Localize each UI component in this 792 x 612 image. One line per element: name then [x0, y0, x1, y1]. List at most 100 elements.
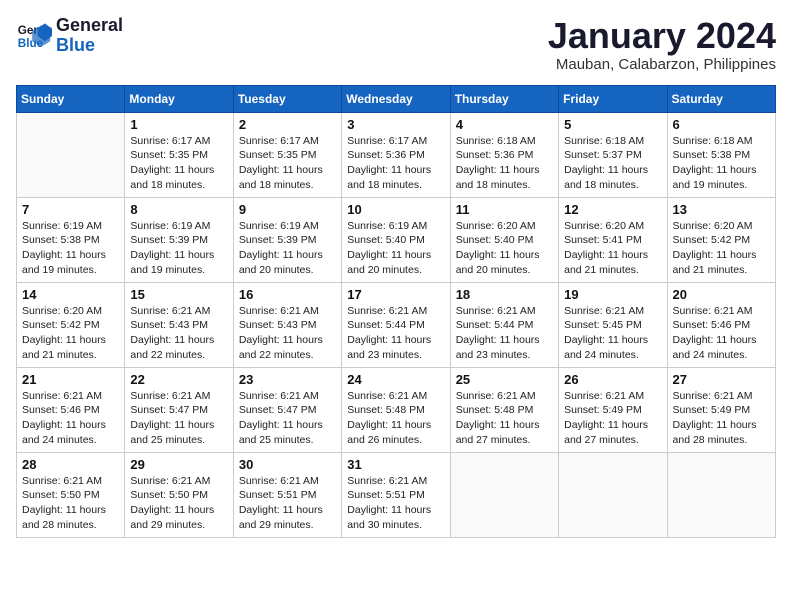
calendar-cell	[17, 112, 125, 197]
day-header-saturday: Saturday	[667, 85, 775, 112]
calendar-cell: 14 Sunrise: 6:20 AMSunset: 5:42 PMDayligh…	[17, 282, 125, 367]
day-header-wednesday: Wednesday	[342, 85, 450, 112]
day-number: 17	[347, 287, 444, 302]
day-info: Sunrise: 6:18 AMSunset: 5:36 PMDaylight:…	[456, 134, 553, 193]
day-number: 11	[456, 202, 553, 217]
day-number: 9	[239, 202, 336, 217]
logo-text-blue: Blue	[56, 36, 123, 56]
day-number: 29	[130, 457, 227, 472]
logo-text-general: General	[56, 16, 123, 36]
day-number: 24	[347, 372, 444, 387]
day-number: 1	[130, 117, 227, 132]
day-number: 28	[22, 457, 119, 472]
day-info: Sunrise: 6:17 AMSunset: 5:35 PMDaylight:…	[239, 134, 336, 193]
week-row-1: 1 Sunrise: 6:17 AMSunset: 5:35 PMDaylight…	[17, 112, 776, 197]
calendar-cell: 2 Sunrise: 6:17 AMSunset: 5:35 PMDaylight…	[233, 112, 341, 197]
day-number: 19	[564, 287, 661, 302]
calendar-cell: 31 Sunrise: 6:21 AMSunset: 5:51 PMDayligh…	[342, 452, 450, 537]
day-info: Sunrise: 6:21 AMSunset: 5:48 PMDaylight:…	[456, 389, 553, 448]
day-number: 4	[456, 117, 553, 132]
calendar-cell: 27Sunrise: 6:21 AMSunset: 5:49 PMDayligh…	[667, 367, 775, 452]
week-row-3: 14 Sunrise: 6:20 AMSunset: 5:42 PMDayligh…	[17, 282, 776, 367]
day-info: Sunrise: 6:20 AMSunset: 5:42 PMDaylight:…	[22, 304, 119, 363]
day-info: Sunrise: 6:20 AMSunset: 5:41 PMDaylight:…	[564, 219, 661, 278]
day-info: Sunrise: 6:21 AMSunset: 5:49 PMDaylight:…	[673, 389, 770, 448]
day-info: Sunrise: 6:20 AMSunset: 5:42 PMDaylight:…	[673, 219, 770, 278]
day-info: Sunrise: 6:21 AMSunset: 5:44 PMDaylight:…	[456, 304, 553, 363]
day-info: Sunrise: 6:18 AMSunset: 5:38 PMDaylight:…	[673, 134, 770, 193]
calendar-cell: 17 Sunrise: 6:21 AMSunset: 5:44 PMDayligh…	[342, 282, 450, 367]
main-title: January 2024	[548, 16, 776, 56]
calendar-cell: 11 Sunrise: 6:20 AMSunset: 5:40 PMDayligh…	[450, 197, 558, 282]
day-number: 31	[347, 457, 444, 472]
day-number: 8	[130, 202, 227, 217]
calendar-cell: 7Sunrise: 6:19 AMSunset: 5:38 PMDaylight…	[17, 197, 125, 282]
day-header-friday: Friday	[559, 85, 667, 112]
day-number: 3	[347, 117, 444, 132]
week-row-4: 21 Sunrise: 6:21 AMSunset: 5:46 PMDayligh…	[17, 367, 776, 452]
day-info: Sunrise: 6:21 AMSunset: 5:45 PMDaylight:…	[564, 304, 661, 363]
day-info: Sunrise: 6:21 AMSunset: 5:46 PMDaylight:…	[673, 304, 770, 363]
day-info: Sunrise: 6:21 AMSunset: 5:43 PMDaylight:…	[130, 304, 227, 363]
day-number: 20	[673, 287, 770, 302]
calendar-cell: 20 Sunrise: 6:21 AMSunset: 5:46 PMDayligh…	[667, 282, 775, 367]
day-number: 26	[564, 372, 661, 387]
calendar-cell: 28 Sunrise: 6:21 AMSunset: 5:50 PMDayligh…	[17, 452, 125, 537]
day-number: 21	[22, 372, 119, 387]
day-number: 14	[22, 287, 119, 302]
day-number: 13	[673, 202, 770, 217]
calendar-cell: 15 Sunrise: 6:21 AMSunset: 5:43 PMDayligh…	[125, 282, 233, 367]
page-header: General Blue General Blue January 2024 M…	[16, 16, 776, 73]
calendar-cell: 21 Sunrise: 6:21 AMSunset: 5:46 PMDayligh…	[17, 367, 125, 452]
day-number: 30	[239, 457, 336, 472]
day-header-sunday: Sunday	[17, 85, 125, 112]
calendar-cell: 16 Sunrise: 6:21 AMSunset: 5:43 PMDayligh…	[233, 282, 341, 367]
day-info: Sunrise: 6:17 AMSunset: 5:35 PMDaylight:…	[130, 134, 227, 193]
day-info: Sunrise: 6:21 AMSunset: 5:51 PMDaylight:…	[347, 474, 444, 533]
calendar-cell: 26 Sunrise: 6:21 AMSunset: 5:49 PMDayligh…	[559, 367, 667, 452]
day-info: Sunrise: 6:19 AMSunset: 5:39 PMDaylight:…	[130, 219, 227, 278]
calendar-cell: 3 Sunrise: 6:17 AMSunset: 5:36 PMDaylight…	[342, 112, 450, 197]
day-number: 25	[456, 372, 553, 387]
calendar-cell: 22Sunrise: 6:21 AMSunset: 5:47 PMDayligh…	[125, 367, 233, 452]
day-info: Sunrise: 6:21 AMSunset: 5:50 PMDaylight:…	[22, 474, 119, 533]
day-info: Sunrise: 6:21 AMSunset: 5:50 PMDaylight:…	[130, 474, 227, 533]
calendar-cell: 12 Sunrise: 6:20 AMSunset: 5:41 PMDayligh…	[559, 197, 667, 282]
day-number: 12	[564, 202, 661, 217]
day-number: 5	[564, 117, 661, 132]
calendar-cell: 19 Sunrise: 6:21 AMSunset: 5:45 PMDayligh…	[559, 282, 667, 367]
day-number: 18	[456, 287, 553, 302]
day-info: Sunrise: 6:17 AMSunset: 5:36 PMDaylight:…	[347, 134, 444, 193]
day-info: Sunrise: 6:21 AMSunset: 5:49 PMDaylight:…	[564, 389, 661, 448]
day-number: 23	[239, 372, 336, 387]
calendar-cell: 1 Sunrise: 6:17 AMSunset: 5:35 PMDaylight…	[125, 112, 233, 197]
calendar-table: SundayMondayTuesdayWednesdayThursdayFrid…	[16, 85, 776, 538]
calendar-cell: 29 Sunrise: 6:21 AMSunset: 5:50 PMDayligh…	[125, 452, 233, 537]
calendar-cell: 23 Sunrise: 6:21 AMSunset: 5:47 PMDayligh…	[233, 367, 341, 452]
calendar-cell	[450, 452, 558, 537]
day-number: 16	[239, 287, 336, 302]
day-number: 2	[239, 117, 336, 132]
calendar-cell: 18 Sunrise: 6:21 AMSunset: 5:44 PMDayligh…	[450, 282, 558, 367]
calendar-cell: 13 Sunrise: 6:20 AMSunset: 5:42 PMDayligh…	[667, 197, 775, 282]
day-info: Sunrise: 6:21 AMSunset: 5:47 PMDaylight:…	[239, 389, 336, 448]
day-number: 10	[347, 202, 444, 217]
day-number: 7	[22, 202, 119, 217]
day-info: Sunrise: 6:19 AMSunset: 5:40 PMDaylight:…	[347, 219, 444, 278]
calendar-cell: 25 Sunrise: 6:21 AMSunset: 5:48 PMDayligh…	[450, 367, 558, 452]
day-number: 15	[130, 287, 227, 302]
day-number: 6	[673, 117, 770, 132]
day-info: Sunrise: 6:18 AMSunset: 5:37 PMDaylight:…	[564, 134, 661, 193]
day-info: Sunrise: 6:21 AMSunset: 5:44 PMDaylight:…	[347, 304, 444, 363]
subtitle: Mauban, Calabarzon, Philippines	[548, 56, 776, 73]
day-info: Sunrise: 6:20 AMSunset: 5:40 PMDaylight:…	[456, 219, 553, 278]
calendar-cell	[667, 452, 775, 537]
calendar-cell: 9Sunrise: 6:19 AMSunset: 5:39 PMDaylight…	[233, 197, 341, 282]
day-info: Sunrise: 6:21 AMSunset: 5:46 PMDaylight:…	[22, 389, 119, 448]
calendar-cell: 5 Sunrise: 6:18 AMSunset: 5:37 PMDaylight…	[559, 112, 667, 197]
calendar-cell: 10 Sunrise: 6:19 AMSunset: 5:40 PMDayligh…	[342, 197, 450, 282]
day-info: Sunrise: 6:21 AMSunset: 5:48 PMDaylight:…	[347, 389, 444, 448]
day-info: Sunrise: 6:21 AMSunset: 5:43 PMDaylight:…	[239, 304, 336, 363]
day-info: Sunrise: 6:21 AMSunset: 5:51 PMDaylight:…	[239, 474, 336, 533]
calendar-cell: 30 Sunrise: 6:21 AMSunset: 5:51 PMDayligh…	[233, 452, 341, 537]
